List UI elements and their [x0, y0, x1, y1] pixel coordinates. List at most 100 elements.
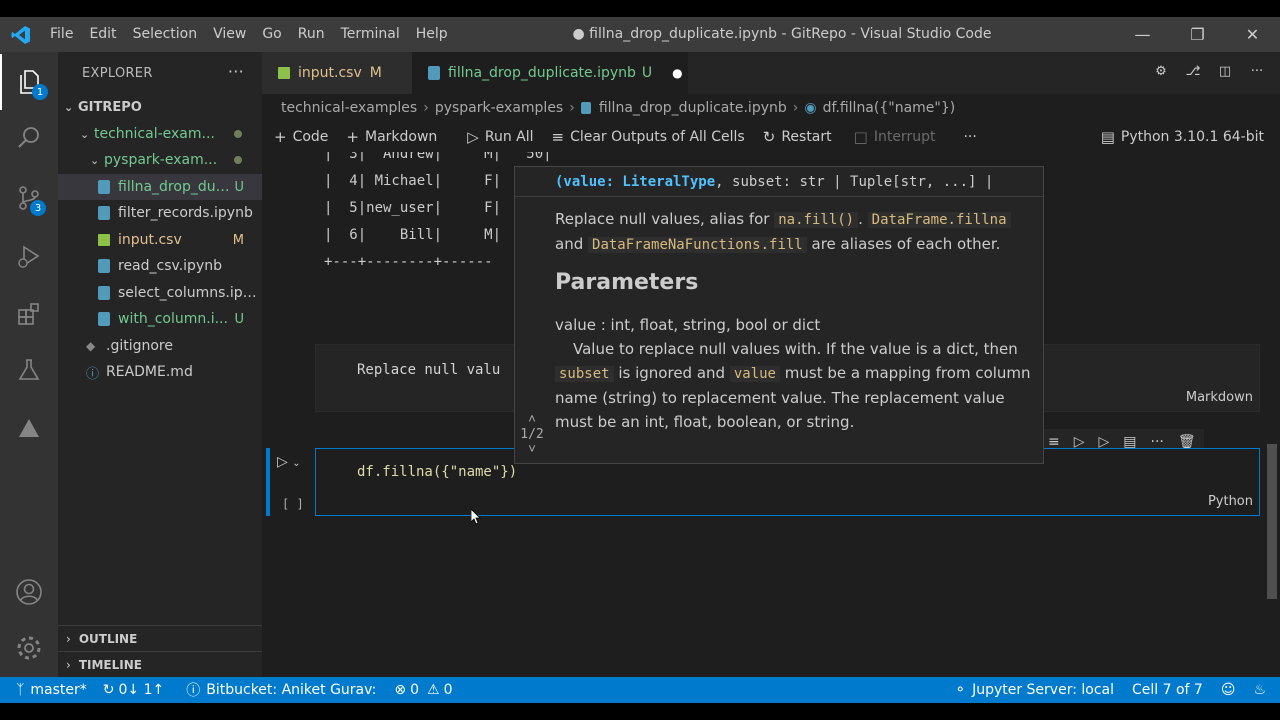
menu-selection[interactable]: Selection	[125, 17, 206, 52]
search-icon[interactable]	[0, 110, 58, 166]
tree-file-input-csv[interactable]: input.csv M	[58, 227, 262, 253]
explorer-badge: 1	[32, 84, 48, 100]
scm-badge: 3	[30, 200, 46, 216]
unsaved-dot-icon[interactable]: ●	[672, 66, 682, 80]
markdown-cell-text: Replace null valu	[357, 362, 501, 378]
signature-nav: ˄ 1/2 ˅	[515, 412, 549, 457]
menu-file[interactable]: File	[42, 17, 81, 52]
workspace-root[interactable]: ⌄ GITREPO	[58, 94, 262, 120]
explorer-icon[interactable]: 1	[0, 54, 58, 110]
vertical-scrollbar[interactable]	[1267, 444, 1277, 599]
window-controls: — ❐ ✕	[1115, 17, 1280, 52]
chevron-down-icon[interactable]: ˅	[515, 442, 549, 457]
menu-view[interactable]: View	[205, 17, 254, 52]
timeline-section[interactable]: › TIMELINE	[58, 651, 262, 677]
play-icon: ▷	[467, 128, 479, 146]
status-right: ⚬ Jupyter Server: local Cell 7 of 7 ☺ ♨	[954, 677, 1280, 703]
tree-file-read-csv[interactable]: read_csv.ipynb	[58, 253, 262, 279]
overload-counter: 1/2	[520, 427, 544, 442]
menu-edit[interactable]: Edit	[81, 17, 124, 52]
tree-file-readme[interactable]: ⓘ README.md	[58, 359, 262, 385]
tree-file-gitignore[interactable]: ◆ .gitignore	[58, 333, 262, 359]
tree-file-select-columns[interactable]: select_columns.ipy...	[58, 280, 262, 306]
breadcrumb-item[interactable]: df.fillna({"name"})	[823, 100, 956, 116]
chevron-right-icon: ›	[569, 100, 575, 116]
notifications-bell-icon[interactable]: ♨	[1253, 682, 1266, 698]
notebook-settings-gear-icon[interactable]: ⚙	[1152, 62, 1170, 80]
close-icon[interactable]: ✕	[1225, 17, 1280, 52]
remote-triangle-icon[interactable]	[0, 400, 58, 456]
split-editor-icon[interactable]: ◫	[1216, 62, 1234, 80]
letterbox-top	[0, 0, 1280, 17]
feedback-icon[interactable]: ☺	[1221, 682, 1236, 698]
problems-indicator[interactable]: ⊗ 0 ⚠ 0	[394, 682, 452, 698]
breadcrumb-item[interactable]: pyspark-examples	[435, 100, 563, 116]
add-code-cell-button[interactable]: + Code	[274, 128, 328, 146]
bitbucket-indicator[interactable]: ⓘ Bitbucket: Aniket Gurav:	[186, 680, 376, 700]
restart-icon: ↻	[762, 128, 776, 146]
more-actions-icon[interactable]: ···	[963, 129, 976, 145]
tree-file-filter-records[interactable]: filter_records.ipynb	[58, 200, 262, 226]
git-branch-icon: ᛉ	[16, 682, 25, 698]
restore-icon[interactable]: ❐	[1170, 17, 1225, 52]
info-file-icon: ⓘ	[86, 366, 100, 382]
more-actions-icon[interactable]: ···	[1248, 62, 1266, 80]
tree-file-fillna[interactable]: fillna_drop_dupli... U	[58, 174, 262, 200]
menu-run[interactable]: Run	[290, 17, 333, 52]
run-all-button[interactable]: ▷ Run All	[467, 128, 533, 146]
add-markdown-cell-button[interactable]: + Markdown	[346, 128, 437, 146]
chevron-down-icon[interactable]: ⌄	[292, 458, 300, 469]
cell-language-label[interactable]: Markdown	[1186, 390, 1253, 405]
testing-flask-icon[interactable]	[0, 342, 58, 398]
inline-code: na.fill()	[774, 212, 859, 228]
restart-button[interactable]: ↻ Restart	[763, 128, 832, 146]
signature-line: (value: LiteralType, subset: str | Tuple…	[515, 167, 1043, 197]
inline-code: subset	[555, 366, 614, 382]
signature-help-popup: (value: LiteralType, subset: str | Tuple…	[514, 166, 1044, 464]
run-debug-icon[interactable]	[0, 228, 58, 284]
tree-folder-pyspark-examples[interactable]: ⌄ pyspark-exam...	[58, 147, 262, 173]
outline-section[interactable]: › OUTLINE	[58, 625, 262, 651]
extensions-icon[interactable]	[0, 286, 58, 342]
output-line: | 6| Bill| M|	[324, 227, 502, 243]
tab-fillna-notebook[interactable]: fillna_drop_duplicate.ipynb U ●	[412, 52, 688, 94]
chevron-up-icon[interactable]: ˄	[515, 412, 549, 427]
notebook-toolbar: + Code + Markdown ▷ Run All ≡ Clear Outputs …	[262, 122, 1280, 152]
menu-bar: File Edit Selection View Go Run Terminal…	[42, 17, 456, 52]
code-cell-editor[interactable]: df.fillna({"name"})	[357, 464, 517, 480]
chevron-right-icon: ›	[792, 100, 799, 116]
branch-indicator[interactable]: ᛉ master*	[16, 682, 87, 698]
settings-gear-icon[interactable]	[0, 620, 58, 676]
inline-code: DataFrameNaFunctions.fill	[588, 237, 807, 253]
kernel-picker[interactable]: ▤ Python 3.10.1 64-bit	[1101, 128, 1264, 146]
editor-actions: ⚙ ⎇ ◫ ···	[1152, 62, 1266, 80]
cell-language-label[interactable]: Python	[1208, 494, 1253, 509]
inline-code: value	[729, 366, 780, 382]
chevron-down-icon: ⌄	[90, 153, 100, 167]
account-icon[interactable]	[0, 564, 58, 620]
more-actions-icon[interactable]: ···	[228, 62, 244, 81]
chevron-right-icon: ›	[66, 657, 71, 672]
breadcrumb-item[interactable]: fillna_drop_duplicate.ipynb	[599, 100, 787, 116]
tree-folder-technical-examples[interactable]: ⌄ technical-exam...	[58, 121, 262, 147]
breadcrumb-item[interactable]: technical-examples	[281, 100, 417, 116]
notebook-file-icon	[98, 259, 110, 273]
menu-help[interactable]: Help	[408, 17, 456, 52]
tab-input-csv[interactable]: input.csv M	[262, 52, 412, 94]
interrupt-button[interactable]: □ Interrupt	[854, 128, 936, 146]
clear-outputs-button[interactable]: ≡ Clear Outputs of All Cells	[552, 128, 745, 146]
csv-file-icon	[98, 234, 110, 246]
python-icon: ◉	[804, 100, 817, 116]
sync-indicator[interactable]: ↻ 0↓ 1↑	[103, 682, 164, 698]
minimize-icon[interactable]: —	[1115, 17, 1170, 52]
source-control-icon[interactable]: 3	[0, 170, 58, 226]
jupyter-server-indicator[interactable]: ⚬ Jupyter Server: local	[954, 682, 1114, 698]
menu-terminal[interactable]: Terminal	[333, 17, 408, 52]
run-cell-button[interactable]: ▷ ⌄	[277, 454, 301, 470]
menu-go[interactable]: Go	[254, 17, 289, 52]
cell-indicator[interactable]: Cell 7 of 7	[1132, 682, 1203, 698]
focused-cell-indicator	[266, 448, 270, 516]
open-changes-icon[interactable]: ⎇	[1184, 62, 1202, 80]
tree-file-with-column[interactable]: with_column.i... U	[58, 306, 262, 332]
clear-all-icon: ≡	[551, 128, 565, 146]
